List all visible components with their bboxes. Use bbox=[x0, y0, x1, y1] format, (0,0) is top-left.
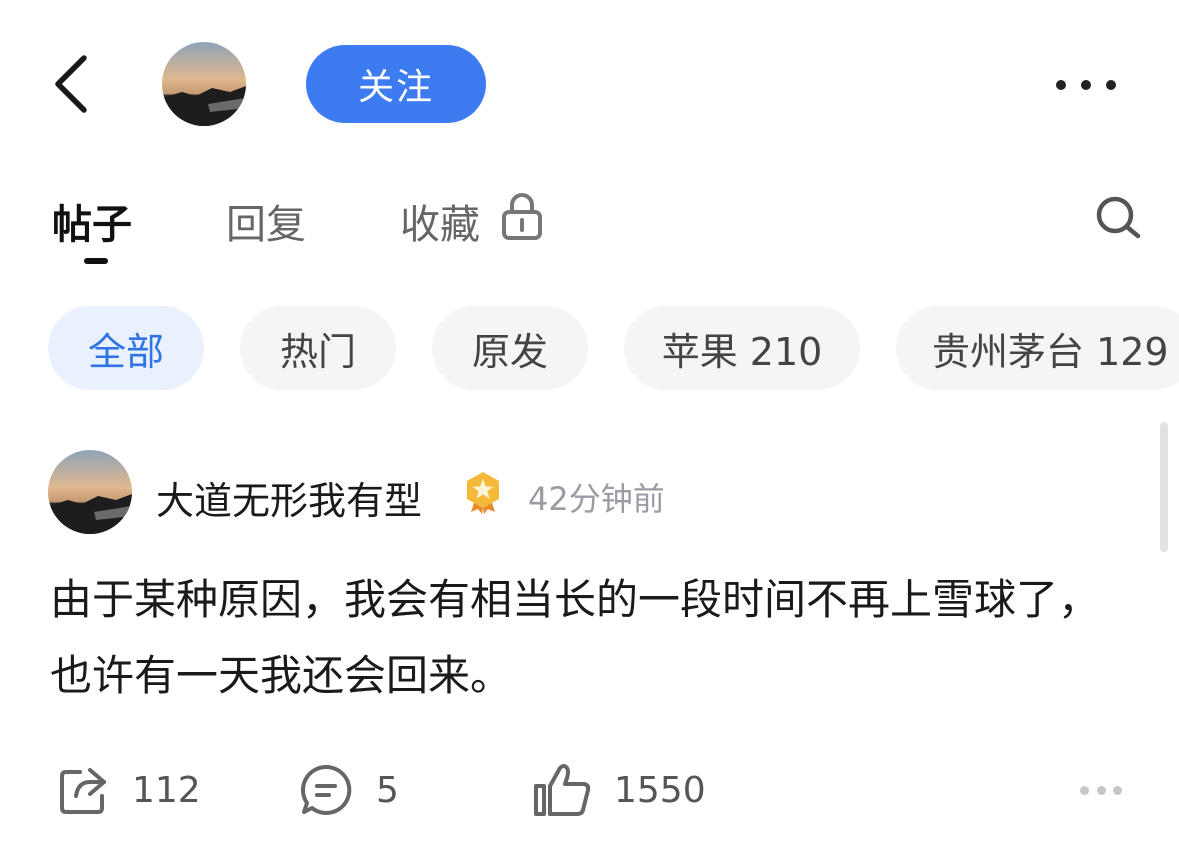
post-body-text[interactable]: 由于某种原因，我会有相当长的一段时间不再上雪球了，也许有一天我还会回来。 bbox=[50, 562, 1130, 714]
more-options-button[interactable] bbox=[1056, 70, 1116, 100]
share-button[interactable]: 112 bbox=[58, 760, 201, 820]
tab-posts[interactable]: 帖子 bbox=[52, 192, 132, 250]
follow-button[interactable]: 关注 bbox=[306, 45, 486, 123]
filter-chip-moutai[interactable]: 贵州茅台 129 bbox=[896, 306, 1179, 390]
filter-chip-hot[interactable]: 热门 bbox=[240, 306, 396, 390]
scrollbar[interactable] bbox=[1160, 422, 1168, 552]
post-author-avatar[interactable] bbox=[48, 450, 132, 534]
gold-star-badge-icon bbox=[467, 472, 499, 514]
share-count: 112 bbox=[132, 769, 201, 811]
like-button[interactable]: 1550 bbox=[532, 760, 706, 820]
share-icon bbox=[60, 768, 106, 814]
post-author-name[interactable]: 大道无形我有型 bbox=[156, 470, 422, 525]
search-icon bbox=[1096, 196, 1141, 239]
filter-chip-apple[interactable]: 苹果 210 bbox=[624, 306, 860, 390]
post-timestamp: 42分钟前 bbox=[528, 480, 665, 518]
search-button[interactable] bbox=[1094, 194, 1144, 244]
back-button[interactable] bbox=[48, 50, 96, 118]
chevron-left-icon bbox=[55, 55, 87, 113]
thumbs-up-icon bbox=[534, 764, 591, 816]
comment-button[interactable]: 5 bbox=[298, 760, 399, 820]
filter-chip-original[interactable]: 原发 bbox=[432, 306, 588, 390]
comment-count: 5 bbox=[376, 769, 399, 811]
more-horizontal-icon bbox=[1080, 785, 1089, 795]
profile-header: 关注 bbox=[0, 0, 1179, 170]
like-count: 1550 bbox=[614, 769, 706, 811]
filter-chip-all[interactable]: 全部 bbox=[48, 306, 204, 390]
comment-icon bbox=[301, 764, 352, 815]
avatar[interactable] bbox=[162, 42, 246, 126]
tab-replies[interactable]: 回复 bbox=[226, 192, 306, 250]
filter-chip-row: 全部 热门 原发 苹果 210 贵州茅台 129 bbox=[0, 306, 1179, 390]
tab-favorites[interactable]: 收藏 bbox=[400, 192, 480, 250]
profile-tabs: 帖子 回复 收藏 bbox=[0, 180, 1179, 270]
post-more-button[interactable] bbox=[1080, 784, 1122, 796]
more-horizontal-icon bbox=[1056, 80, 1066, 90]
lock-icon bbox=[502, 193, 542, 240]
active-tab-indicator bbox=[84, 258, 108, 264]
